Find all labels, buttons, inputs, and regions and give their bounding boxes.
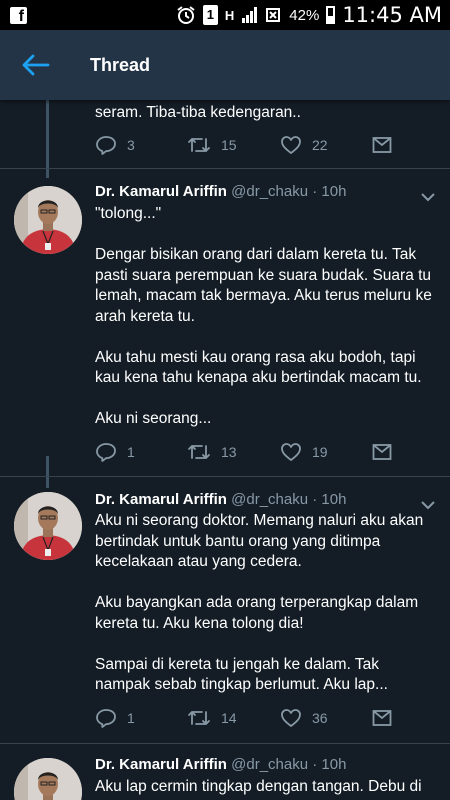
- dm-button[interactable]: [372, 441, 392, 463]
- retweet-icon: [188, 711, 210, 725]
- back-arrow-icon[interactable]: [20, 52, 50, 78]
- thread-feed: seram. Tiba-tiba kedengaran.. 3 15 22 Dr…: [0, 100, 450, 800]
- signal-icon: [242, 7, 258, 23]
- like-count: 19: [312, 444, 328, 460]
- status-icons: 1 H 42% 11:45 AM: [176, 3, 442, 27]
- reply-icon: [96, 709, 116, 728]
- tweet-header: Dr. Kamarul Ariffin @dr_chaku · 10h: [95, 491, 346, 508]
- reply-count: 3: [127, 137, 135, 153]
- divider: [0, 743, 450, 744]
- divider: [0, 168, 450, 169]
- reply-button[interactable]: 1: [95, 707, 135, 729]
- like-button[interactable]: 19: [280, 441, 328, 463]
- envelope-icon: [372, 137, 392, 153]
- thread-connector: [46, 456, 49, 488]
- profile-photo: [14, 492, 82, 560]
- tweet-actions: 1 14 36: [95, 707, 395, 729]
- retweet-button[interactable]: 13: [187, 441, 237, 463]
- thread-connector: [46, 100, 49, 178]
- profile-photo: [14, 186, 82, 254]
- author-name[interactable]: Dr. Kamarul Ariffin: [95, 491, 227, 508]
- envelope-icon: [372, 444, 392, 460]
- app-bar: Thread: [0, 30, 450, 100]
- tweet-header: Dr. Kamarul Ariffin @dr_chaku · 10h: [95, 183, 346, 200]
- heart-icon: [281, 136, 301, 154]
- status-bar: f 1 H 42% 11:45 AM: [0, 0, 450, 30]
- reply-button[interactable]: 1: [95, 441, 135, 463]
- facebook-notification-icon: f: [10, 7, 27, 25]
- tweet-text: seram. Tiba-tiba kedengaran..: [95, 104, 301, 121]
- chevron-down-icon[interactable]: [421, 193, 435, 202]
- author-name[interactable]: Dr. Kamarul Ariffin: [95, 756, 227, 773]
- dm-button[interactable]: [372, 134, 392, 156]
- like-count: 36: [312, 710, 328, 726]
- avatar[interactable]: [14, 492, 82, 560]
- dm-button[interactable]: [372, 707, 392, 729]
- reply-count: 1: [127, 444, 135, 460]
- clock: 11:45 AM: [342, 3, 442, 27]
- like-count: 22: [312, 137, 328, 153]
- retweet-count: 15: [221, 137, 237, 153]
- tweet-text: Aku lap cermin tingkap dengan tangan. De…: [95, 778, 422, 795]
- avatar[interactable]: [14, 758, 82, 800]
- retweet-button[interactable]: 15: [187, 134, 237, 156]
- retweet-count: 14: [221, 710, 237, 726]
- like-button[interactable]: 22: [280, 134, 328, 156]
- retweet-count: 13: [221, 444, 237, 460]
- sim-indicator: 1: [202, 5, 218, 25]
- tweet-actions: 3 15 22: [95, 134, 395, 156]
- reply-count: 1: [127, 710, 135, 726]
- tweet-actions: 1 13 19: [95, 441, 395, 463]
- tweet-text: "tolong..." Dengar bisikan orang dari da…: [95, 205, 432, 427]
- battery-percent: 42%: [289, 6, 320, 24]
- profile-photo: [14, 758, 82, 800]
- envelope-icon: [372, 710, 392, 726]
- page-title: Thread: [90, 55, 151, 75]
- reply-icon: [96, 136, 116, 155]
- battery-icon: [326, 6, 336, 24]
- tweet-text: Aku ni seorang doktor. Memang naluri aku…: [95, 512, 424, 693]
- chevron-down-icon[interactable]: [421, 501, 435, 510]
- author-handle-time: @dr_chaku · 10h: [231, 756, 347, 773]
- heart-icon: [281, 709, 301, 727]
- retweet-icon: [188, 445, 210, 459]
- no-signal-icon: [266, 8, 281, 22]
- like-button[interactable]: 36: [280, 707, 328, 729]
- author-handle-time: @dr_chaku · 10h: [231, 183, 347, 200]
- heart-icon: [281, 443, 301, 461]
- author-handle-time: @dr_chaku · 10h: [231, 491, 347, 508]
- tweet-header: Dr. Kamarul Ariffin @dr_chaku · 10h: [95, 756, 346, 773]
- alarm-icon: [177, 6, 195, 24]
- retweet-icon: [188, 138, 210, 152]
- retweet-button[interactable]: 14: [187, 707, 237, 729]
- network-type: H: [224, 7, 235, 23]
- reply-button[interactable]: 3: [95, 134, 135, 156]
- reply-icon: [96, 443, 116, 462]
- author-name[interactable]: Dr. Kamarul Ariffin: [95, 183, 227, 200]
- avatar[interactable]: [14, 186, 82, 254]
- divider: [0, 476, 450, 477]
